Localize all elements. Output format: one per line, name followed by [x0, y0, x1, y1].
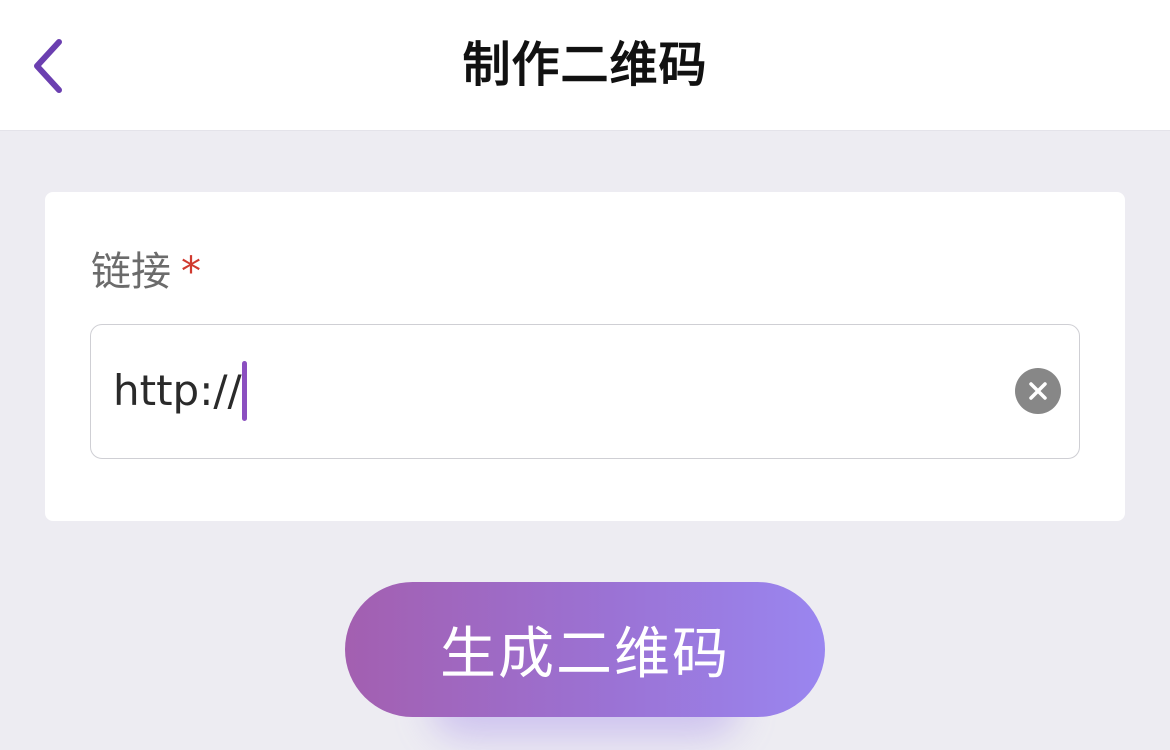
link-input[interactable]: http://	[90, 324, 1080, 459]
link-label-text: 链接	[91, 249, 171, 295]
link-field-label: 链接 *	[91, 247, 201, 297]
page-title: 制作二维码	[462, 37, 708, 93]
close-icon	[1029, 382, 1047, 400]
nav-header: 制作二维码	[0, 0, 1170, 131]
clear-input-button[interactable]	[1015, 368, 1061, 414]
back-button[interactable]	[14, 28, 84, 104]
generate-button-label: 生成二维码	[440, 622, 730, 687]
chevron-left-icon	[34, 39, 62, 93]
required-mark: *	[181, 249, 201, 295]
link-input-value-wrap: http://	[113, 325, 247, 457]
generate-qrcode-button[interactable]: 生成二维码	[345, 582, 825, 717]
link-form-card: 链接 * http://	[45, 192, 1125, 521]
text-caret	[241, 361, 247, 421]
link-input-value: http://	[113, 366, 242, 415]
